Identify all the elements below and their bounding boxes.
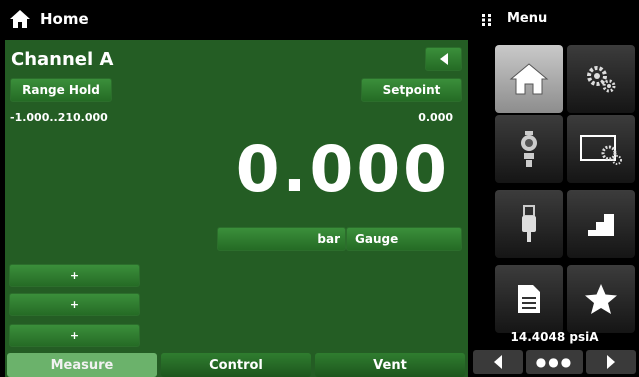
- plus-button-1[interactable]: +: [9, 264, 140, 287]
- range-text: -1.000..210.000: [10, 111, 108, 124]
- display-settings-icon: [580, 135, 622, 165]
- page-indicator: ●●●: [526, 350, 583, 374]
- favorites-tile[interactable]: [567, 265, 635, 333]
- right-arrow-icon: [607, 355, 615, 369]
- grip-icon: [482, 14, 491, 26]
- steps-icon: [588, 214, 614, 236]
- settings-tile[interactable]: [567, 45, 635, 113]
- plus-button-3[interactable]: +: [9, 324, 140, 347]
- unit-button[interactable]: bar: [217, 227, 346, 251]
- star-icon: [585, 284, 617, 314]
- channel-name: Channel A: [11, 49, 114, 70]
- steps-tile[interactable]: [567, 190, 635, 258]
- usb-tile[interactable]: [495, 190, 563, 258]
- range-hold-button[interactable]: Range Hold: [10, 78, 112, 102]
- document-icon: [518, 285, 540, 313]
- menu-sidebar: 14.4048 psiA ●●●: [470, 40, 639, 377]
- home-icon: [509, 63, 549, 95]
- back-arrow-icon: [439, 53, 448, 65]
- home-tile[interactable]: [495, 45, 563, 113]
- document-tile[interactable]: [495, 265, 563, 333]
- sensor-tile[interactable]: [495, 115, 563, 183]
- channel-panel: Channel A Range Hold Setpoint -1.000..21…: [5, 40, 468, 377]
- tab-vent[interactable]: Vent: [315, 353, 465, 377]
- prev-page-button[interactable]: [473, 350, 523, 374]
- tab-control[interactable]: Control: [161, 353, 311, 377]
- back-button[interactable]: [425, 47, 462, 71]
- setpoint-value: 0.000: [418, 111, 453, 124]
- tab-bar: Measure Control Vent: [5, 353, 468, 377]
- usb-icon: [522, 205, 536, 242]
- mode-button[interactable]: Gauge: [346, 227, 462, 251]
- home-icon[interactable]: [9, 9, 31, 29]
- tab-measure[interactable]: Measure: [7, 353, 157, 377]
- gears-icon: [587, 66, 616, 93]
- pressure-reading: 0.000: [235, 133, 450, 206]
- setpoint-button[interactable]: Setpoint: [361, 78, 462, 102]
- next-page-button[interactable]: [586, 350, 636, 374]
- menu-title: Menu: [507, 11, 548, 26]
- sensor-icon: [521, 131, 537, 167]
- display-settings-tile[interactable]: [567, 115, 635, 183]
- top-bar: Home Menu: [0, 0, 639, 40]
- page-title: Home: [40, 10, 89, 28]
- barometer-reading: 14.4048 psiA: [510, 330, 599, 344]
- plus-button-2[interactable]: +: [9, 293, 140, 316]
- left-arrow-icon: [494, 355, 502, 369]
